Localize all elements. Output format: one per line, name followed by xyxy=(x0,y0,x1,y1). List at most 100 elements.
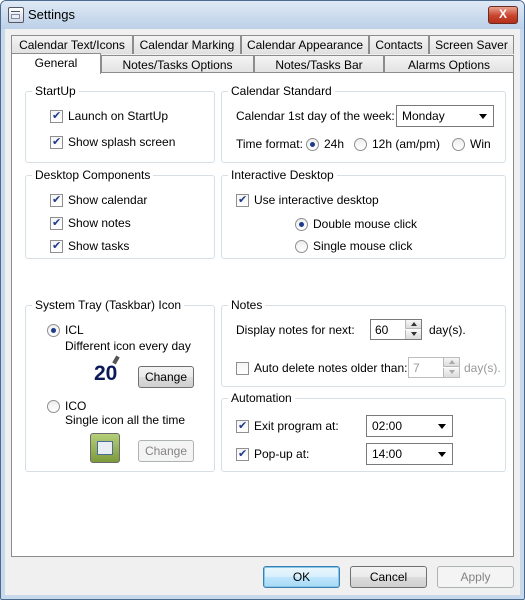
auto-delete-check[interactable] xyxy=(236,361,249,375)
exit-program-check[interactable] xyxy=(236,419,249,433)
auto-delete-value: 7 xyxy=(413,361,420,375)
client-area: Calendar Text/Icons Calendar Marking Cal… xyxy=(5,29,520,595)
display-notes-unit: day(s). xyxy=(429,323,466,337)
first-day-label: Calendar 1st day of the week: xyxy=(236,109,395,123)
chevron-down-icon xyxy=(438,452,446,457)
interactive-desktop-group: Interactive Desktop Use interactive desk… xyxy=(221,168,506,259)
radio-win[interactable] xyxy=(452,137,465,151)
time-format-24h-radio[interactable]: 24h xyxy=(306,137,344,151)
display-notes-spinner[interactable]: 60 xyxy=(370,319,422,340)
display-notes-value: 60 xyxy=(375,323,389,337)
auto-delete-checkbox[interactable]: Auto delete notes older than: xyxy=(236,361,407,375)
launch-on-startup-checkbox[interactable]: Launch on StartUp xyxy=(50,109,168,123)
single-click-label: Single mouse click xyxy=(313,239,413,253)
exit-time-value: 02:00 xyxy=(372,419,403,433)
use-interactive-desktop-label: Use interactive desktop xyxy=(254,193,379,207)
show-splash-label: Show splash screen xyxy=(68,135,176,149)
radio-win-label: Win xyxy=(470,137,491,151)
use-interactive-desktop-check[interactable] xyxy=(236,193,249,207)
radio-12h[interactable] xyxy=(354,137,367,151)
interactive-desktop-legend: Interactive Desktop xyxy=(228,168,337,182)
icl-change-button[interactable]: Change xyxy=(138,366,194,388)
ico-label: ICO xyxy=(65,399,87,413)
radio-12h-label: 12h (am/pm) xyxy=(372,137,441,151)
startup-legend: StartUp xyxy=(32,84,79,98)
notes-legend: Notes xyxy=(228,298,266,312)
icl-description: Different icon every day xyxy=(65,339,191,353)
ok-button[interactable]: OK xyxy=(263,566,340,588)
radio-ico[interactable] xyxy=(47,399,60,413)
spin-down-icon[interactable] xyxy=(443,368,459,377)
ico-icon xyxy=(90,433,120,463)
spin-down-icon[interactable] xyxy=(405,330,421,339)
calendar-standard-group: Calendar Standard Calendar 1st day of th… xyxy=(221,84,506,163)
icl-label: ICL xyxy=(65,323,84,337)
startup-group: StartUp Launch on StartUp Show splash sc… xyxy=(25,84,215,163)
show-splash-check[interactable] xyxy=(50,135,63,149)
tab-general[interactable]: General xyxy=(11,53,101,74)
popup-checkbox[interactable]: Pop-up at: xyxy=(236,447,309,461)
popup-check[interactable] xyxy=(236,447,249,461)
chevron-down-icon xyxy=(438,424,446,429)
automation-legend: Automation xyxy=(228,391,295,405)
ico-change-button[interactable]: Change xyxy=(138,440,194,462)
chevron-down-icon xyxy=(479,114,487,119)
show-notes-check[interactable] xyxy=(50,216,63,230)
ico-radio[interactable]: ICO xyxy=(47,399,86,413)
double-click-radio[interactable]: Double mouse click xyxy=(295,217,417,231)
time-format-win-radio[interactable]: Win xyxy=(452,137,491,151)
show-splash-checkbox[interactable]: Show splash screen xyxy=(50,135,175,149)
popup-label: Pop-up at: xyxy=(254,447,310,461)
spin-up-icon[interactable] xyxy=(405,320,421,329)
time-format-label: Time format: xyxy=(236,137,303,151)
show-calendar-checkbox[interactable]: Show calendar xyxy=(50,193,147,207)
show-notes-label: Show notes xyxy=(68,216,131,230)
window-title: Settings xyxy=(28,7,75,22)
ico-description: Single icon all the time xyxy=(65,413,186,427)
use-interactive-desktop-checkbox[interactable]: Use interactive desktop xyxy=(236,193,379,207)
display-notes-label: Display notes for next: xyxy=(236,323,355,337)
radio-single-click[interactable] xyxy=(295,239,308,253)
time-format-12h-radio[interactable]: 12h (am/pm) xyxy=(354,137,440,151)
single-click-radio[interactable]: Single mouse click xyxy=(295,239,412,253)
show-notes-checkbox[interactable]: Show notes xyxy=(50,216,131,230)
popup-time-select[interactable]: 14:00 xyxy=(366,443,453,465)
exit-time-select[interactable]: 02:00 xyxy=(366,415,453,437)
auto-delete-unit: day(s). xyxy=(464,361,501,375)
automation-group: Automation Exit program at: 02:00 Pop-up… xyxy=(221,391,506,472)
spin-up-icon[interactable] xyxy=(443,358,459,367)
launch-on-startup-label: Launch on StartUp xyxy=(68,109,169,123)
system-tray-legend: System Tray (Taskbar) Icon xyxy=(32,298,185,312)
icl-radio[interactable]: ICL xyxy=(47,323,84,337)
radio-24h[interactable] xyxy=(306,137,319,151)
desktop-components-group: Desktop Components Show calendar Show no… xyxy=(25,168,215,259)
show-tasks-check[interactable] xyxy=(50,239,63,253)
calendar-standard-legend: Calendar Standard xyxy=(228,84,335,98)
tab-calendar-appearance[interactable]: Calendar Appearance xyxy=(241,35,369,54)
calendar-day-icon: 20 xyxy=(94,363,124,385)
show-tasks-checkbox[interactable]: Show tasks xyxy=(50,239,129,253)
title-bar[interactable]: Settings X xyxy=(1,1,524,29)
show-calendar-label: Show calendar xyxy=(68,193,148,207)
close-button[interactable]: X xyxy=(488,6,518,24)
radio-icl[interactable] xyxy=(47,323,60,337)
first-day-select[interactable]: Monday xyxy=(396,105,494,127)
app-icon xyxy=(8,7,24,23)
auto-delete-spinner[interactable]: 7 xyxy=(408,357,460,378)
tab-screen-saver[interactable]: Screen Saver xyxy=(429,35,514,54)
show-calendar-check[interactable] xyxy=(50,193,63,207)
desktop-components-legend: Desktop Components xyxy=(32,168,154,182)
tab-contacts[interactable]: Contacts xyxy=(369,35,429,54)
cancel-button[interactable]: Cancel xyxy=(350,566,427,588)
settings-window: Settings X Calendar Text/Icons Calendar … xyxy=(0,0,525,600)
radio-double-click[interactable] xyxy=(295,217,308,231)
radio-24h-label: 24h xyxy=(324,137,345,151)
launch-on-startup-check[interactable] xyxy=(50,109,63,123)
notes-group: Notes Display notes for next: 60 day(s).… xyxy=(221,298,506,387)
tab-calendar-marking[interactable]: Calendar Marking xyxy=(133,35,241,54)
exit-program-checkbox[interactable]: Exit program at: xyxy=(236,419,339,433)
apply-button[interactable]: Apply xyxy=(437,566,514,588)
system-tray-group: System Tray (Taskbar) Icon ICL Different… xyxy=(25,298,215,472)
first-day-value: Monday xyxy=(402,109,445,123)
tab-calendar-text-icons[interactable]: Calendar Text/Icons xyxy=(11,35,133,54)
